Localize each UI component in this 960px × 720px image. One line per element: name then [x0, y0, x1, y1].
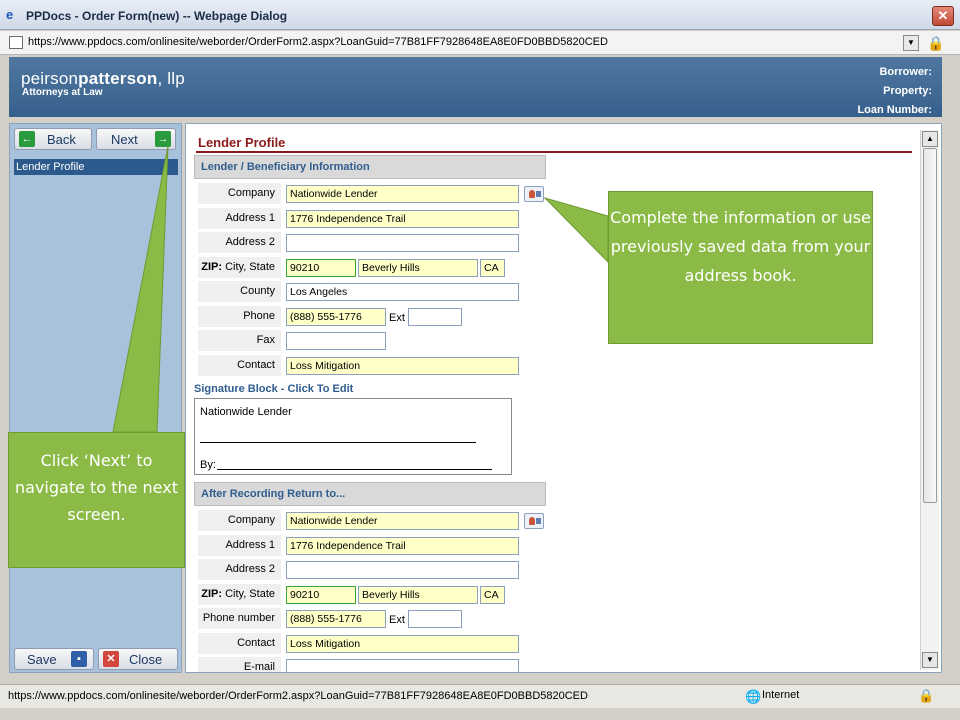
globe-icon: 🌐 — [745, 689, 762, 704]
close-button[interactable]: ✕ Close — [98, 648, 178, 670]
return-company-label: Company — [198, 510, 281, 531]
return-contact-field[interactable]: Loss Mitigation — [286, 635, 519, 653]
address1-field[interactable]: 1776 Independence Trail — [286, 210, 519, 228]
brand-logo: peirsonpatterson, llp — [21, 69, 185, 88]
return-email-label: E-mail — [198, 657, 281, 672]
arrow-left-icon: ← — [19, 131, 35, 147]
return-address2-label: Address 2 — [198, 559, 281, 580]
fax-label: Fax — [198, 330, 281, 351]
state-field[interactable]: CA — [480, 259, 505, 277]
borrower-label: Borrower: — [879, 66, 932, 78]
brand-tagline: Attorneys at Law — [22, 87, 103, 98]
return-ext-label: Ext — [389, 614, 405, 626]
section-lender-beneficiary: Lender / Beneficiary Information — [194, 155, 546, 179]
address1-label: Address 1 — [198, 208, 281, 229]
page-title: Lender Profile — [198, 135, 286, 150]
signature-by-label: By: — [200, 459, 216, 471]
scroll-down-icon[interactable]: ▼ — [922, 652, 938, 668]
property-label: Property: — [883, 85, 932, 97]
zip-city-state-label: ZIP: City, State — [198, 257, 281, 278]
close-x-icon: ✕ — [103, 651, 119, 667]
company-field[interactable]: Nationwide Lender — [286, 185, 519, 203]
site-header: peirsonpatterson, llp Attorneys at Law B… — [9, 57, 942, 117]
address-url[interactable]: https://www.ppdocs.com/onlinesite/webord… — [28, 36, 608, 48]
return-zip-field[interactable]: 90210 — [286, 586, 356, 604]
chevron-down-icon[interactable]: ▼ — [903, 35, 919, 51]
signature-line1: Nationwide Lender — [200, 406, 292, 418]
zip-field[interactable]: 90210 — [286, 259, 356, 277]
back-button[interactable]: ← Back — [14, 128, 92, 150]
status-url: https://www.ppdocs.com/onlinesite/webord… — [8, 690, 588, 702]
city-field[interactable]: Beverly Hills — [358, 259, 478, 277]
company-label: Company — [198, 183, 281, 204]
vertical-scrollbar[interactable]: ▲ ▼ — [920, 130, 939, 670]
contact-label: Contact — [198, 355, 281, 376]
ie-icon: e — [6, 7, 14, 22]
address-book-icon[interactable] — [524, 186, 544, 202]
signature-block-title[interactable]: Signature Block - Click To Edit — [194, 383, 353, 395]
return-address1-label: Address 1 — [198, 535, 281, 556]
address-bar: https://www.ppdocs.com/onlinesite/webord… — [0, 31, 960, 55]
window-close-button[interactable]: ✕ — [932, 6, 954, 26]
security-zone: Internet — [762, 689, 800, 701]
address-book-hint-callout: Complete the information or use previous… — [608, 191, 873, 344]
return-contact-label: Contact — [198, 633, 281, 654]
nav-item-lender-profile[interactable]: Lender Profile — [14, 159, 178, 175]
return-ext-field[interactable] — [408, 610, 462, 628]
signature-block[interactable]: Nationwide Lender By: — [194, 398, 512, 475]
floppy-disk-icon: ▪ — [71, 651, 87, 667]
scroll-thumb[interactable] — [923, 148, 937, 503]
contact-field[interactable]: Loss Mitigation — [286, 357, 519, 375]
return-address1-field[interactable]: 1776 Independence Trail — [286, 537, 519, 555]
signature-by-rule — [217, 469, 492, 470]
title-divider — [196, 151, 912, 153]
arrow-right-icon: → — [155, 131, 171, 147]
address2-label: Address 2 — [198, 232, 281, 253]
county-label: County — [198, 281, 281, 302]
return-company-field[interactable]: Nationwide Lender — [286, 512, 519, 530]
return-state-field[interactable]: CA — [480, 586, 505, 604]
lock-icon[interactable]: 🔒 — [927, 34, 944, 52]
scroll-up-icon[interactable]: ▲ — [922, 131, 938, 147]
save-button[interactable]: Save ▪ — [14, 648, 94, 670]
return-phone-field[interactable]: (888) 555-1776 — [286, 610, 386, 628]
loan-number-label: Loan Number: — [857, 104, 932, 116]
status-lock-icon[interactable]: 🔒 — [918, 688, 934, 704]
title-bar: e PPDocs - Order Form(new) -- Webpage Di… — [0, 0, 960, 30]
return-city-field[interactable]: Beverly Hills — [358, 586, 478, 604]
left-nav-panel: ← Back Next → Lender Profile Save ▪ ✕ Cl… — [9, 123, 182, 673]
status-bar: https://www.ppdocs.com/onlinesite/webord… — [0, 684, 960, 708]
next-button[interactable]: Next → — [96, 128, 176, 150]
page-icon — [9, 36, 23, 49]
signature-rule — [200, 442, 476, 443]
return-zip-city-state-label: ZIP: City, State — [198, 584, 281, 605]
phone-label: Phone — [198, 306, 281, 327]
return-email-field[interactable] — [286, 659, 519, 672]
loan-meta: Borrower: Property: Loan Number: — [857, 63, 932, 120]
next-hint-callout: Click ‘Next’ to navigate to the next scr… — [8, 432, 185, 568]
section-after-recording: After Recording Return to... — [194, 482, 546, 506]
ext-label: Ext — [389, 312, 405, 324]
return-address2-field[interactable] — [286, 561, 519, 579]
fax-field[interactable] — [286, 332, 386, 350]
phone-field[interactable]: (888) 555-1776 — [286, 308, 386, 326]
ext-field[interactable] — [408, 308, 462, 326]
return-phone-label: Phone number — [198, 608, 281, 629]
county-field[interactable]: Los Angeles — [286, 283, 519, 301]
address2-field[interactable] — [286, 234, 519, 252]
window-title: PPDocs - Order Form(new) -- Webpage Dial… — [26, 9, 288, 23]
return-address-book-icon[interactable] — [524, 513, 544, 529]
